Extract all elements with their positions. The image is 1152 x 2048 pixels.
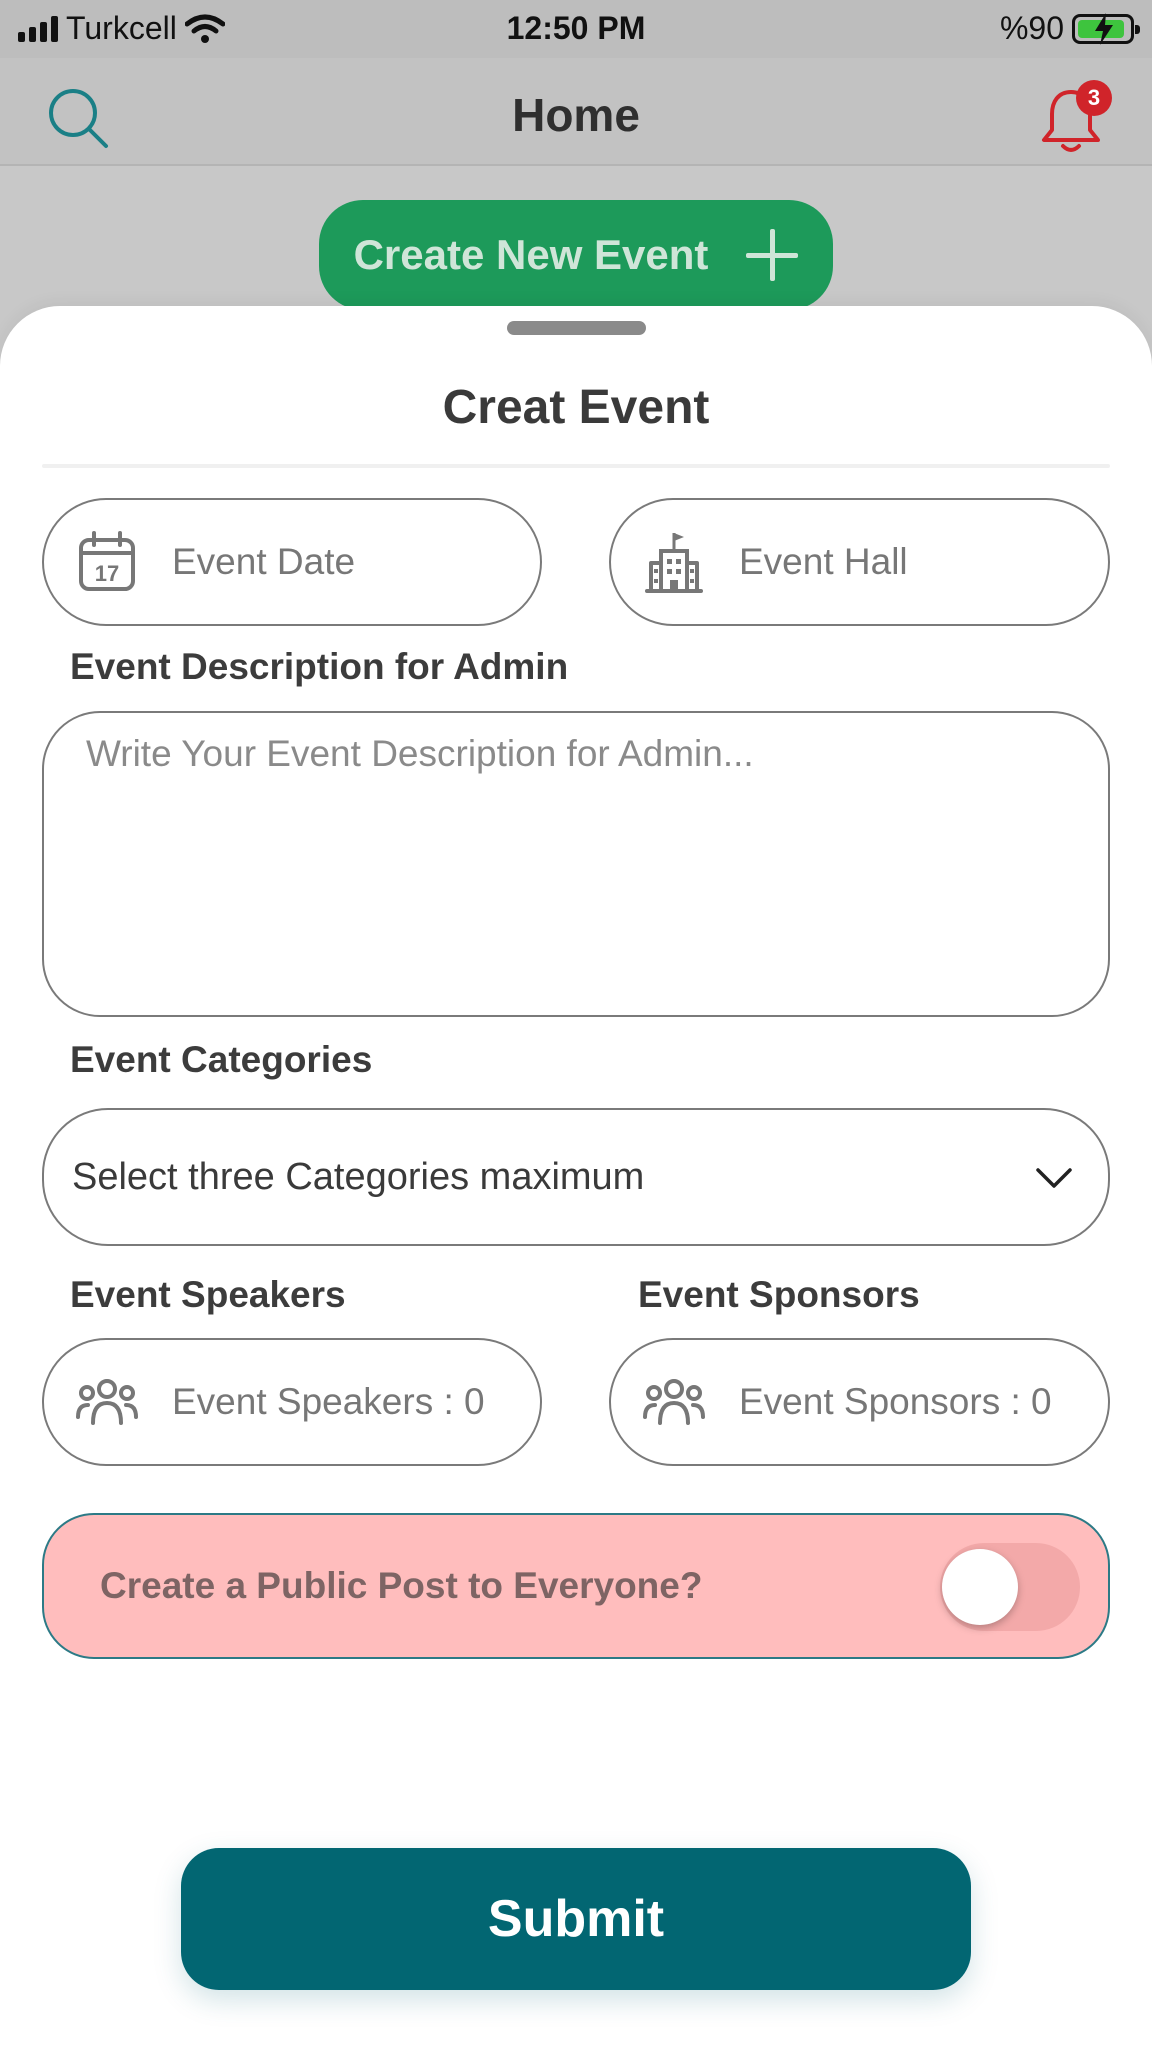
description-textarea[interactable]: Write Your Event Description for Admin..… <box>42 711 1110 1017</box>
svg-text:17: 17 <box>95 561 119 586</box>
notification-button[interactable]: 3 <box>1038 80 1112 154</box>
event-sponsors-field[interactable]: Event Sponsors : 0 <box>609 1338 1110 1466</box>
categories-label: Event Categories <box>70 1039 373 1080</box>
description-label: Event Description for Admin <box>70 646 569 687</box>
event-hall-field[interactable]: Event Hall <box>609 498 1110 626</box>
battery-percent: %90 <box>999 10 1064 46</box>
event-sponsors-value: Event Sponsors : 0 <box>739 1381 1052 1422</box>
calendar-icon: 17 <box>79 531 135 591</box>
categories-select[interactable]: Select three Categories maximum <box>42 1108 1110 1246</box>
sheet-drag-handle[interactable] <box>507 321 646 335</box>
status-bar: Turkcell 12:50 PM %90 <box>0 0 1152 58</box>
create-new-event-button[interactable]: Create New Event <box>319 200 833 310</box>
status-time: 12:50 PM <box>506 10 646 46</box>
building-icon <box>645 533 703 593</box>
page-title: Home <box>512 89 640 141</box>
event-date-placeholder: Event Date <box>172 541 356 582</box>
event-speakers-value: Event Speakers : 0 <box>172 1381 485 1422</box>
categories-placeholder: Select three Categories maximum <box>72 1155 645 1198</box>
people-icon <box>76 1379 138 1425</box>
public-post-card: Create a Public Post to Everyone? <box>42 1513 1110 1659</box>
event-speakers-field[interactable]: Event Speakers : 0 <box>42 1338 542 1466</box>
event-hall-placeholder: Event Hall <box>739 541 908 582</box>
create-event-sheet: Creat Event 17 Event Date Event Hall Eve… <box>0 306 1152 2048</box>
plus-icon <box>746 229 799 281</box>
event-date-field[interactable]: 17 Event Date <box>42 498 542 626</box>
sponsors-label: Event Sponsors <box>638 1274 920 1315</box>
description-placeholder: Write Your Event Description for Admin..… <box>86 733 754 774</box>
submit-button[interactable]: Submit <box>181 1848 971 1990</box>
people-icon <box>643 1379 705 1425</box>
notification-badge: 3 <box>1076 80 1112 116</box>
chevron-down-icon <box>1036 1168 1072 1188</box>
nav-bar: Home 3 <box>0 58 1152 166</box>
speakers-label: Event Speakers <box>70 1274 346 1315</box>
public-post-toggle[interactable] <box>940 1543 1080 1631</box>
title-divider <box>42 464 1110 468</box>
public-post-label: Create a Public Post to Everyone? <box>100 1565 703 1606</box>
status-right: %90 <box>999 10 1140 47</box>
create-new-event-label: Create New Event <box>353 231 709 278</box>
sheet-title: Creat Event <box>442 381 710 434</box>
toggle-knob <box>942 1549 1018 1625</box>
battery-icon <box>1072 12 1140 45</box>
